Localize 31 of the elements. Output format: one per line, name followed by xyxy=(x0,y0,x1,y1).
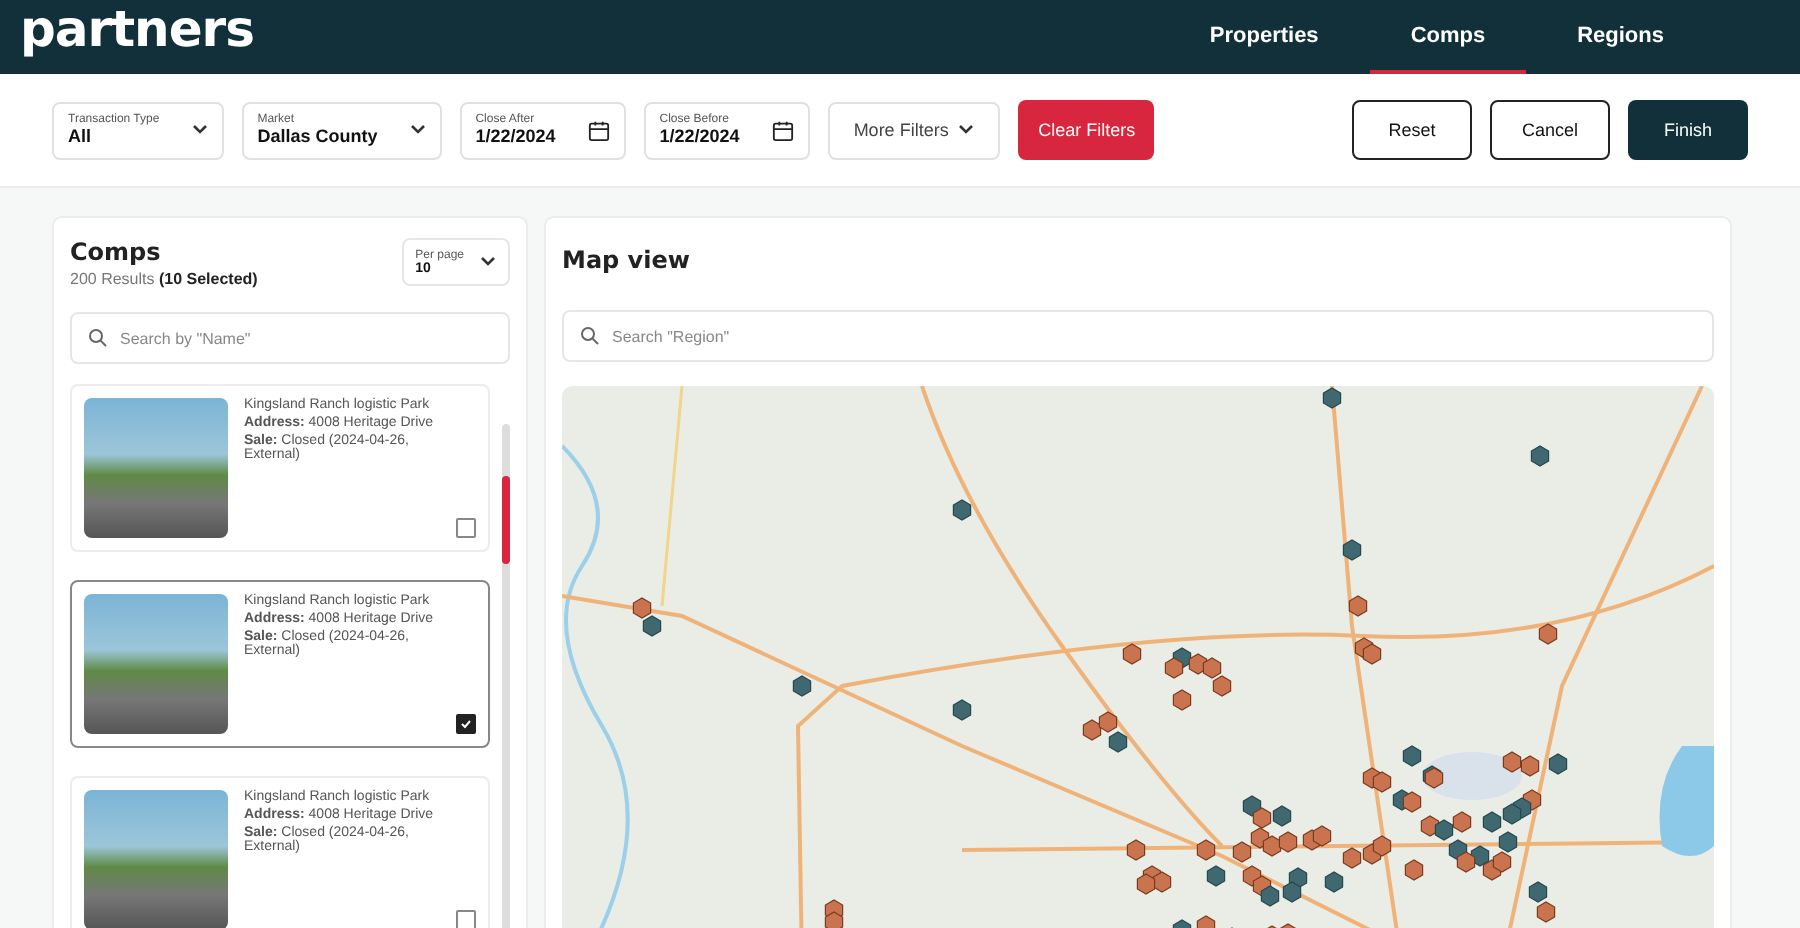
clear-filters-button[interactable]: Clear Filters xyxy=(1018,100,1155,160)
action-button[interactable]: Cancel xyxy=(1490,100,1610,160)
panel-title: Comps xyxy=(70,238,163,266)
photo-placeholder xyxy=(84,398,228,538)
selected-count: (10 Selected) xyxy=(158,270,258,288)
partners-logo[interactable]: partners xyxy=(20,0,255,58)
search-field[interactable]: Search by "Name" xyxy=(70,312,510,364)
checkbox[interactable] xyxy=(456,518,476,538)
chevron-down-icon xyxy=(958,124,975,136)
checkbox[interactable] xyxy=(456,910,476,928)
checkbox[interactable] xyxy=(456,714,476,734)
calendar-icon xyxy=(587,119,610,141)
nav-tab[interactable]: Regions xyxy=(1537,0,1704,74)
scrollbar-thumb[interactable] xyxy=(502,476,510,564)
nav-tab[interactable]: Properties xyxy=(1169,0,1359,74)
panel-title: Map view xyxy=(562,246,692,274)
calendar-icon xyxy=(771,119,794,141)
search-icon xyxy=(88,328,108,348)
map-drawing[interactable] xyxy=(562,386,1714,928)
chevron-down-icon xyxy=(480,256,496,268)
photo-placeholder xyxy=(84,790,228,928)
more-filters-button[interactable]: More Filters xyxy=(827,101,1001,159)
search-field[interactable]: Search "Region" xyxy=(562,310,1714,362)
results-count: 200 Results xyxy=(70,270,155,288)
photo-placeholder xyxy=(84,594,228,734)
chevron-down-icon xyxy=(409,124,426,136)
chevron-down-icon xyxy=(191,124,208,136)
checkmark-icon xyxy=(460,718,472,730)
search-icon xyxy=(580,326,600,346)
action-button[interactable]: Reset xyxy=(1352,100,1472,160)
action-button[interactable]: Finish xyxy=(1628,100,1748,160)
